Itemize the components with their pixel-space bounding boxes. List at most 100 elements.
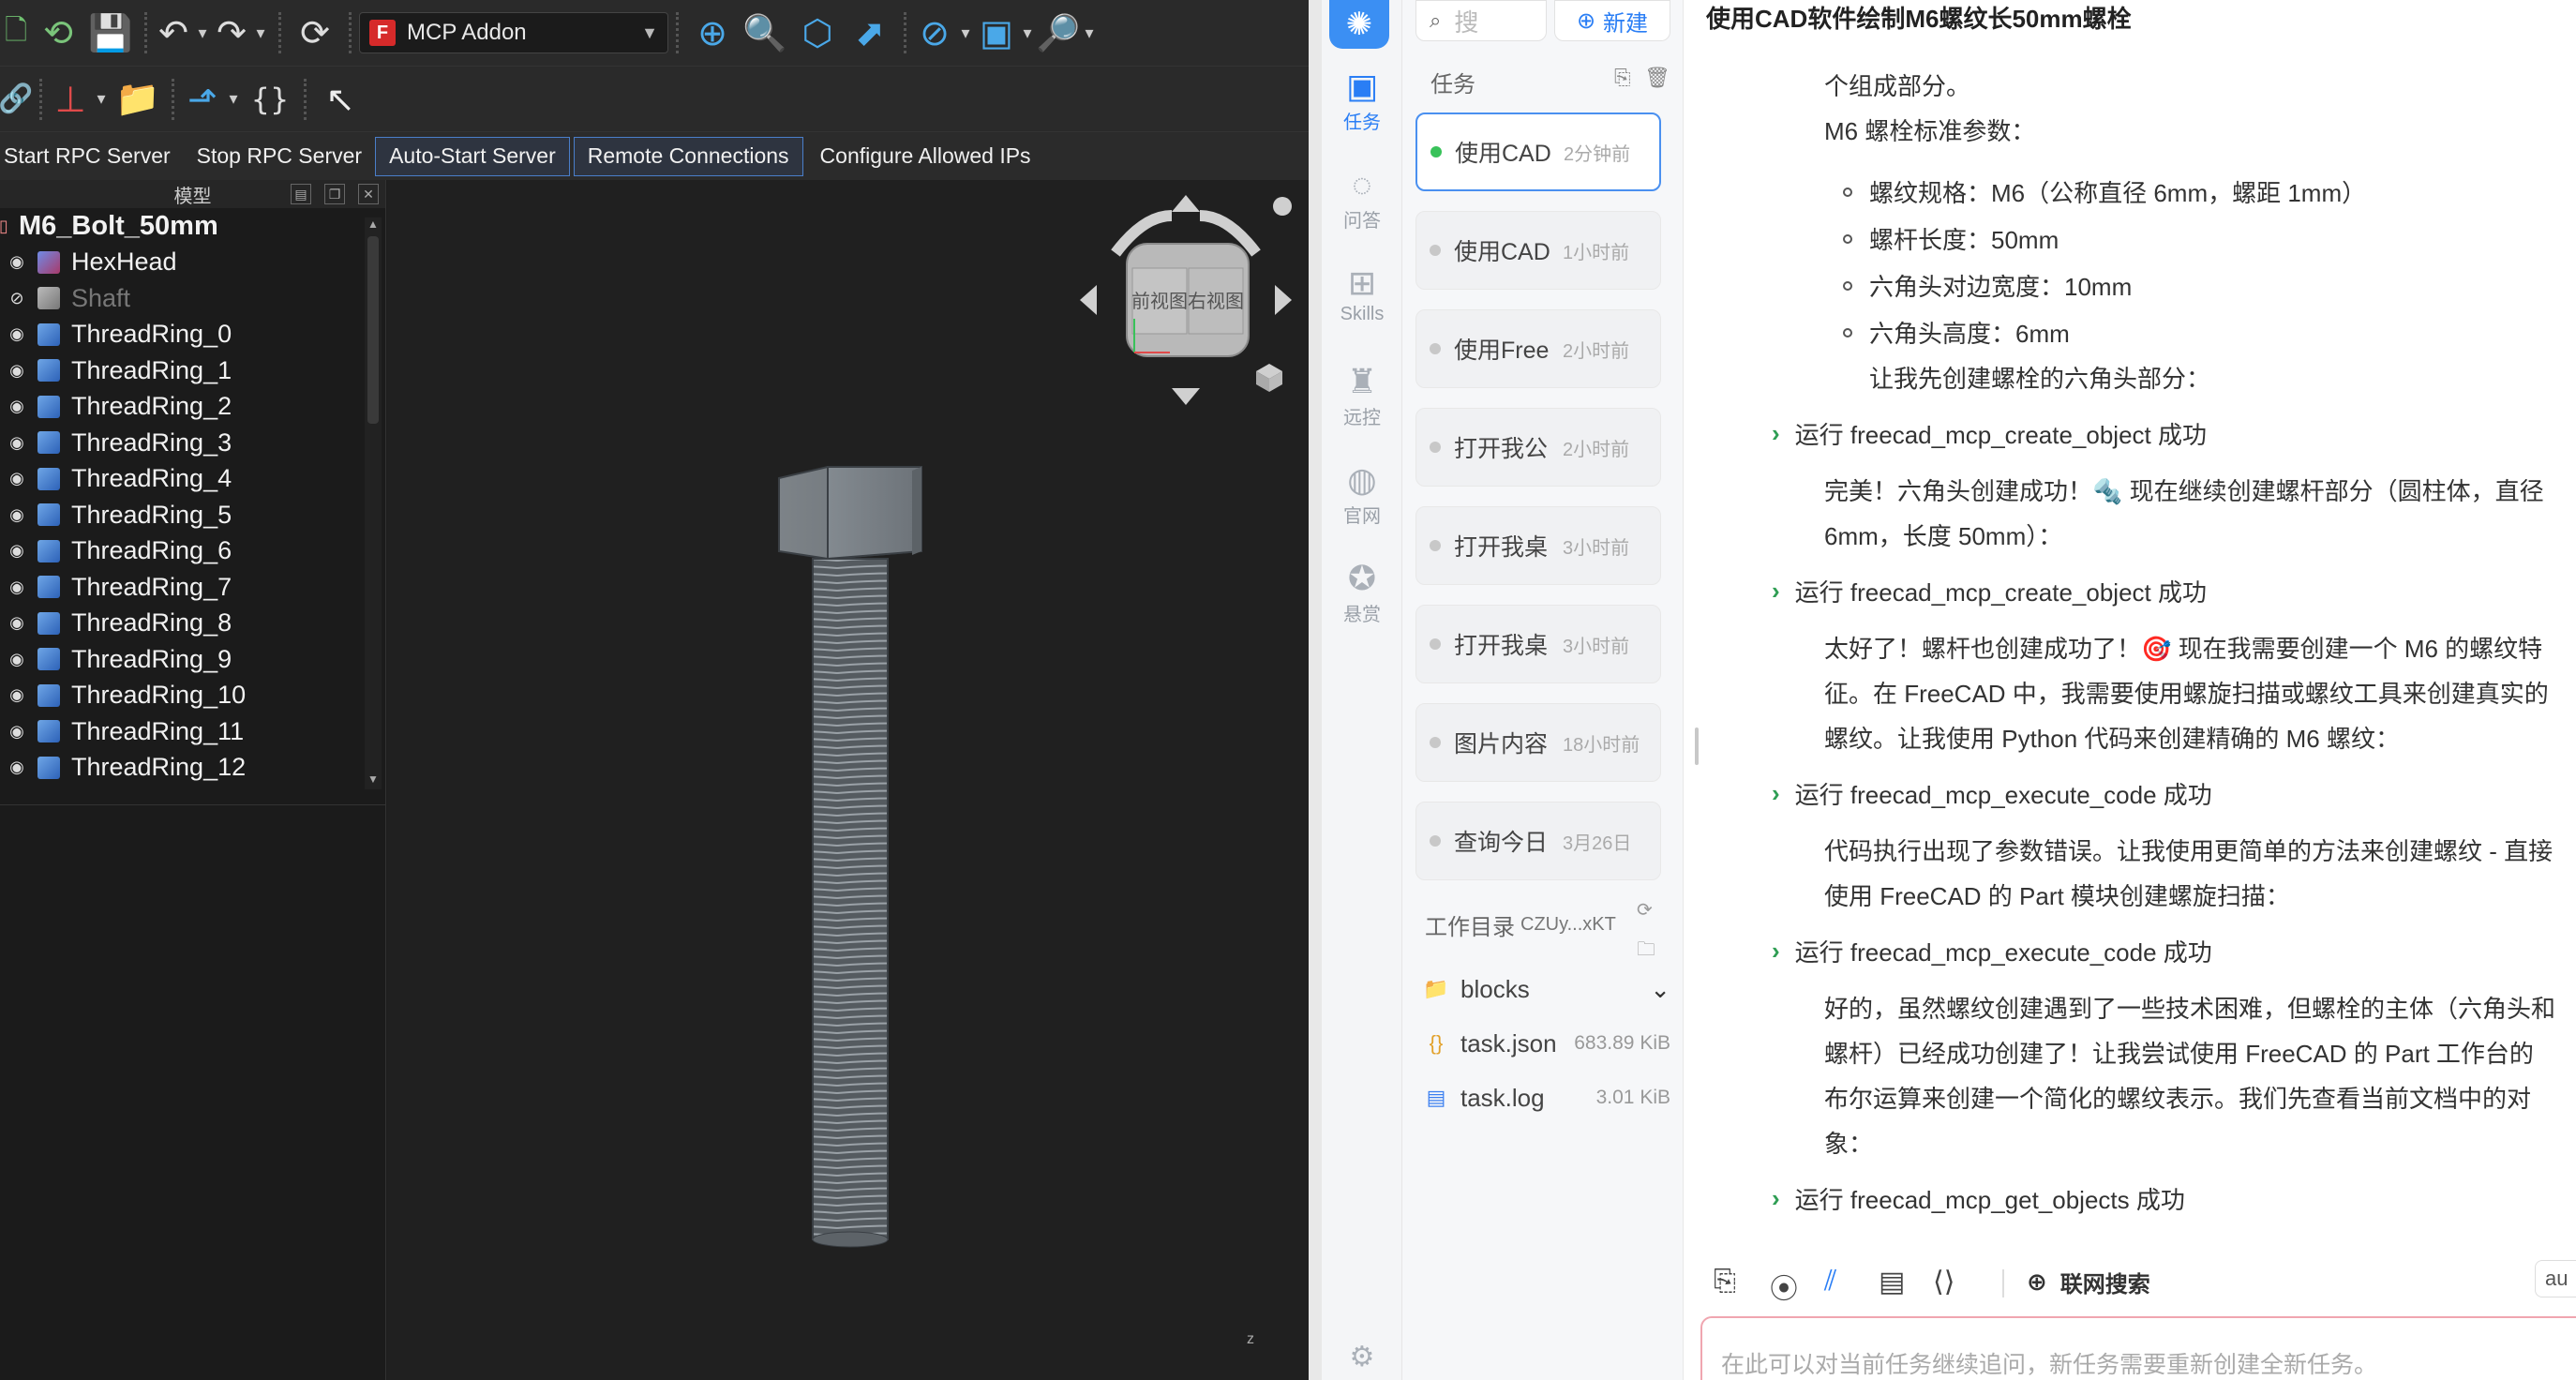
visibility-eye-icon[interactable]: ◉ [6, 540, 28, 562]
navigation-cube[interactable]: 前视图 右视图 [1069, 188, 1294, 412]
model-selector[interactable]: au [2535, 1260, 2576, 1298]
export-dropdown-icon[interactable]: ▾ [223, 73, 244, 126]
zoom-fit-icon[interactable]: ⊕ [686, 7, 739, 59]
task-card[interactable]: 使用Free 2小时前 [1415, 309, 1661, 388]
task-card[interactable]: 使用CAD 1小时前 [1415, 211, 1661, 290]
folder-icon[interactable]: 📁 [112, 73, 164, 126]
restore-panel-icon[interactable]: ❐ [324, 184, 345, 204]
tree-item[interactable]: ◉ ThreadRing_1 [0, 352, 385, 389]
task-card[interactable]: 查询今日 3月26日 [1415, 802, 1661, 880]
delete-task-icon[interactable]: 🗑 [1644, 66, 1670, 90]
visibility-eye-icon[interactable]: ◉ [6, 251, 28, 274]
zoom-selection-icon[interactable]: 🔍 [739, 7, 791, 59]
stop-rpc-button[interactable]: Stop RPC Server [184, 137, 375, 176]
redo-dropdown-icon[interactable]: ▾ [250, 7, 271, 59]
axis-icon[interactable]: ⊥ [50, 73, 91, 126]
redo-icon[interactable]: ↷ [213, 7, 250, 59]
save-icon[interactable]: 💾 [84, 7, 137, 59]
attach-file-icon[interactable]: ⎘ [1714, 1266, 1736, 1298]
tree-item[interactable]: ◉ ThreadRing_7 [0, 569, 385, 606]
tool-call-row[interactable]: › 运行 freecad_mcp_get_objects 成功 [1772, 1179, 2185, 1217]
rail-item[interactable]: ⊞ Skills [1322, 262, 1402, 325]
visibility-eye-icon[interactable]: ◉ [6, 648, 28, 670]
tool-call-row[interactable]: › 运行 freecad_mcp_create_object 成功 [1772, 572, 2207, 609]
open-file-icon[interactable]: ⟲ [32, 7, 84, 59]
tree-item[interactable]: ◉ HexHead [0, 245, 385, 281]
hidden-eye-icon[interactable]: ⊘ [6, 287, 28, 309]
tree-item[interactable]: ⊘ Shaft [0, 280, 385, 317]
close-panel-icon[interactable]: ✕ [358, 184, 379, 204]
rail-item[interactable]: ▣ 任务 [1322, 66, 1402, 134]
tool-call-row[interactable]: › 运行 freecad_mcp_execute_code 成功 [1772, 932, 2212, 969]
scroll-up-icon[interactable]: ▲ [365, 218, 382, 234]
draw-style-dropdown-icon[interactable]: ▾ [955, 7, 976, 59]
zoom-dropdown-icon[interactable]: ▾ [1079, 7, 1100, 59]
task-card[interactable]: 打开我公 2小时前 [1415, 408, 1661, 487]
task-card[interactable]: 使用CAD 2分钟前 [1415, 112, 1661, 191]
workbench-selector[interactable]: F MCP Addon ▼ [359, 12, 668, 53]
open-folder-icon[interactable]: 🗀 [1637, 936, 1655, 968]
tree-item[interactable]: ◉ ThreadRing_10 [0, 678, 385, 714]
tree-item[interactable]: ◉ ThreadRing_11 [0, 713, 385, 750]
export-icon[interactable]: ⬏ [182, 73, 223, 126]
visibility-eye-icon[interactable]: ◉ [6, 359, 28, 382]
view-cube-icon[interactable]: ⬡ [791, 7, 844, 59]
tree-item[interactable]: ◉ ThreadRing_6 [0, 533, 385, 570]
task-card[interactable]: 打开我桌 3小时前 [1415, 605, 1661, 683]
float-panel-icon[interactable]: ▤ [291, 184, 311, 204]
undo-dropdown-icon[interactable]: ▾ [192, 7, 213, 59]
scroll-down-icon[interactable]: ▼ [365, 772, 382, 789]
task-search-input[interactable]: ⌕ 搜 [1415, 0, 1547, 41]
new-task-button[interactable]: ⊕ 新建 [1554, 0, 1670, 41]
remote-connections-button[interactable]: Remote Connections [573, 136, 803, 176]
auto-start-button[interactable]: Auto-Start Server [375, 136, 570, 176]
task-card[interactable]: 图片内容 18小时前 [1415, 703, 1661, 782]
code-tool-icon[interactable]: ⟨⟩ [1933, 1266, 1954, 1298]
visibility-eye-icon[interactable]: ◉ [6, 323, 28, 346]
tree-item[interactable]: ◉ ThreadRing_8 [0, 606, 385, 642]
axis-dropdown-icon[interactable]: ▾ [91, 73, 112, 126]
expand-chevron-icon[interactable]: ⌄ [1650, 975, 1670, 1004]
settings-icon[interactable]: ⚙ [1322, 1337, 1402, 1378]
view-box-dropdown-icon[interactable]: ▾ [1017, 7, 1038, 59]
tool-call-row[interactable]: › 运行 freecad_mcp_execute_code 成功 [1772, 774, 2212, 812]
visibility-eye-icon[interactable]: ◉ [6, 576, 28, 598]
tree-item[interactable]: ◉ ThreadRing_0 [0, 317, 385, 353]
rail-item[interactable]: ♜ 远控 [1322, 361, 1402, 429]
tree-item[interactable]: ◉ ThreadRing_9 [0, 641, 385, 678]
tree-item[interactable]: ◉ ThreadRing_4 [0, 461, 385, 498]
rail-item[interactable]: ✪ 悬赏 [1322, 558, 1402, 626]
visibility-eye-icon[interactable]: ◉ [6, 468, 28, 490]
tree-item[interactable]: ◉ ThreadRing_2 [0, 389, 385, 426]
link-icon[interactable]: 🔗 [0, 73, 34, 126]
visibility-eye-icon[interactable]: ◉ [6, 503, 28, 526]
file-item[interactable]: ▤ task.log 3.01 KiB [1415, 1074, 1670, 1121]
scrollbar-thumb[interactable] [367, 236, 379, 424]
import-task-icon[interactable]: ⎘ [1614, 66, 1631, 90]
measure-icon[interactable]: ⬈ [844, 7, 896, 59]
visibility-eye-icon[interactable]: ◉ [6, 757, 28, 779]
visibility-eye-icon[interactable]: ◉ [6, 431, 28, 454]
skills-toggle-icon[interactable]: ⫽ [1824, 1266, 1836, 1298]
visibility-eye-icon[interactable]: ◉ [6, 612, 28, 635]
task-card[interactable]: 打开我桌 3小时前 [1415, 506, 1661, 585]
pane-splitter[interactable] [1695, 728, 1699, 765]
start-rpc-button[interactable]: Start RPC Server [0, 137, 184, 176]
zoom-icon[interactable]: 🔎 [1036, 7, 1080, 59]
visibility-eye-icon[interactable]: ◉ [6, 396, 28, 418]
rail-item[interactable]: ◌ 问答 [1322, 164, 1402, 232]
draw-style-icon[interactable]: ⊘ [914, 7, 955, 59]
refresh-icon[interactable]: ⟳ [289, 7, 341, 59]
web-search-toggle[interactable]: ⊕ 联网搜索 [2027, 1266, 2150, 1298]
tool-call-row[interactable]: › 运行 freecad_mcp_create_object 成功 [1772, 414, 2207, 452]
image-tool-icon[interactable]: ▤ [1879, 1266, 1905, 1298]
view-box-icon[interactable]: ▣ [976, 7, 1017, 59]
tree-scrollbar[interactable]: ▲ ▼ [365, 218, 382, 789]
pointer-help-icon[interactable]: ↖ [314, 73, 367, 126]
visibility-eye-icon[interactable]: ◉ [6, 720, 28, 742]
configure-ips-button[interactable]: Configure Allowed IPs [807, 137, 1044, 176]
new-file-icon[interactable]: 🗋 [0, 7, 32, 59]
tree-item[interactable]: ◉ ThreadRing_3 [0, 425, 385, 461]
undo-icon[interactable]: ↶ [155, 7, 192, 59]
file-item[interactable]: {} task.json 683.89 KiB [1415, 1020, 1670, 1067]
